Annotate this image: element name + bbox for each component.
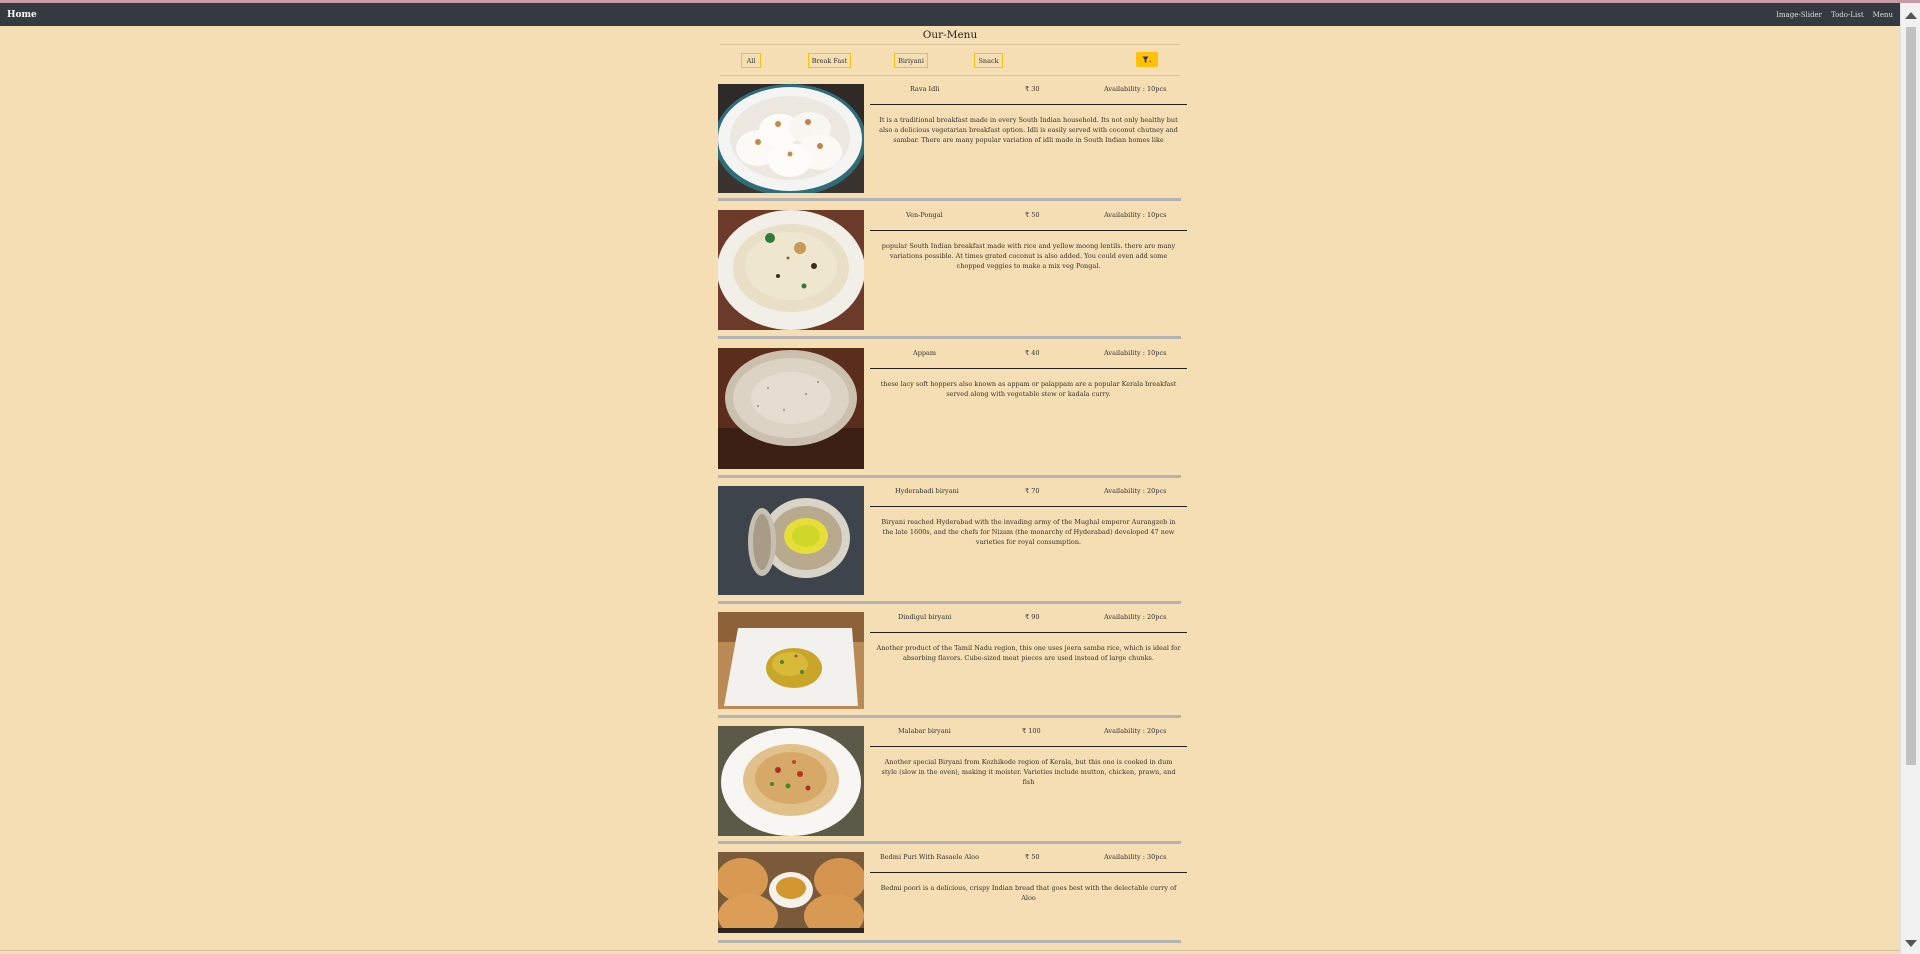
item-info: Bedmi Puri With Rasaele Aloo ₹ 50 Availa… [870,852,1187,903]
item-description: Another special Biryani from Kozhikode r… [881,758,1176,786]
item-description: popular South Indian breakfast made with… [881,242,1176,270]
nav-link-image-slider[interactable]: Image-Slider [1776,11,1822,19]
nav-links: Image-Slider Todo-List Menu [1776,11,1893,19]
item-availability: Availability : 10pcs [1104,85,1167,93]
item-separator [718,336,1181,339]
scroll-up-arrow-icon[interactable] [1905,12,1917,19]
item-name: Dindigul biryani [898,613,952,621]
item-separator [718,715,1181,718]
item-header: Bedmi Puri With Rasaele Aloo ₹ 50 Availa… [870,852,1187,872]
filter-snack-button[interactable]: Snack [974,53,1003,68]
filter-biriyani-button[interactable]: Biriyani [894,53,928,68]
item-name: Rava Idli [910,85,940,93]
page-bottom-edge [0,950,1900,951]
item-price: ₹ 30 [1025,85,1040,93]
item-description: Bedmi poori is a delicious, crispy India… [880,884,1177,902]
item-info: Appam ₹ 40 Availability : 10pcs these la… [870,348,1187,399]
item-description: It is a traditional breakfast made in ev… [879,116,1178,144]
item-header: Malabar biryani ₹ 100 Availability : 20p… [870,726,1187,746]
filter-bar: All Break Fast Biriyani Snack [718,45,1182,75]
item-price: ₹ 50 [1025,853,1040,861]
filter-breakfast-button[interactable]: Break Fast [808,53,851,68]
nav-link-menu[interactable]: Menu [1873,11,1893,19]
food-image-ven-pongal [718,210,864,330]
item-header: Dindigul biryani ₹ 90 Availability : 20p… [870,612,1187,632]
filter-divider [720,75,1180,76]
scrollbar-thumb[interactable] [1906,27,1916,765]
item-availability: Availability : 10pcs [1104,349,1167,357]
item-name: Hyderabadi biryani [895,487,959,495]
food-image-malabar-biryani [718,726,864,836]
nav-brand-home[interactable]: Home [7,10,37,20]
nav-link-todo-list[interactable]: Todo-List [1831,11,1864,19]
item-description: these lacy soft hoppers also known as ap… [880,380,1177,398]
filter-icon [1142,56,1152,63]
item-price: ₹ 50 [1025,211,1040,219]
item-availability: Availability : 10pcs [1104,211,1167,219]
item-header: Hyderabadi biryani ₹ 70 Availability : 2… [870,486,1187,506]
item-name: Malabar biryani [898,727,951,735]
scroll-down-arrow-icon[interactable] [1905,940,1917,947]
item-info: Dindigul biryani ₹ 90 Availability : 20p… [870,612,1187,663]
filter-toggle-button[interactable] [1136,52,1158,67]
item-price: ₹ 70 [1025,487,1040,495]
item-price: ₹ 100 [1022,727,1041,735]
item-separator [718,198,1181,201]
item-header: Ven-Pongal ₹ 50 Availability : 10pcs [870,210,1187,230]
item-description: Biryani reached Hyderabad with the invad… [881,518,1176,546]
item-name: Bedmi Puri With Rasaele Aloo [880,853,979,861]
item-info: Hyderabadi biryani ₹ 70 Availability : 2… [870,486,1187,547]
item-name: Ven-Pongal [906,211,943,219]
food-image-dindigul-biryani [718,612,864,709]
item-separator [718,940,1181,943]
item-name: Appam [913,349,937,357]
item-separator [718,841,1181,844]
item-header: Appam ₹ 40 Availability : 10pcs [870,348,1187,368]
vertical-scrollbar[interactable] [1900,3,1920,954]
page-title: Our-Menu [922,29,978,41]
item-availability: Availability : 20pcs [1104,487,1167,495]
food-image-hyderabadi-biryani [718,486,864,595]
food-image-appam [718,348,864,469]
food-image-bedmi-puri [718,852,864,933]
item-price: ₹ 90 [1025,613,1040,621]
item-separator [718,475,1181,478]
food-image-rava-idli [718,84,864,193]
item-info: Ven-Pongal ₹ 50 Availability : 10pcs pop… [870,210,1187,271]
item-price: ₹ 40 [1025,349,1040,357]
item-availability: Availability : 20pcs [1104,613,1167,621]
item-info: Malabar biryani ₹ 100 Availability : 20p… [870,726,1187,787]
menu-container: Our-Menu All Break Fast Biriyani Snack [718,26,1182,76]
navbar: Home Image-Slider Todo-List Menu [0,3,1900,26]
item-availability: Availability : 30pcs [1104,853,1167,861]
item-info: Rava Idli ₹ 30 Availability : 10pcs It i… [870,84,1187,145]
item-header: Rava Idli ₹ 30 Availability : 10pcs [870,84,1187,104]
item-availability: Availability : 20pcs [1104,727,1167,735]
item-separator [718,601,1181,604]
filter-all-button[interactable]: All [741,53,761,68]
item-description: Another product of the Tamil Nadu region… [876,644,1181,662]
